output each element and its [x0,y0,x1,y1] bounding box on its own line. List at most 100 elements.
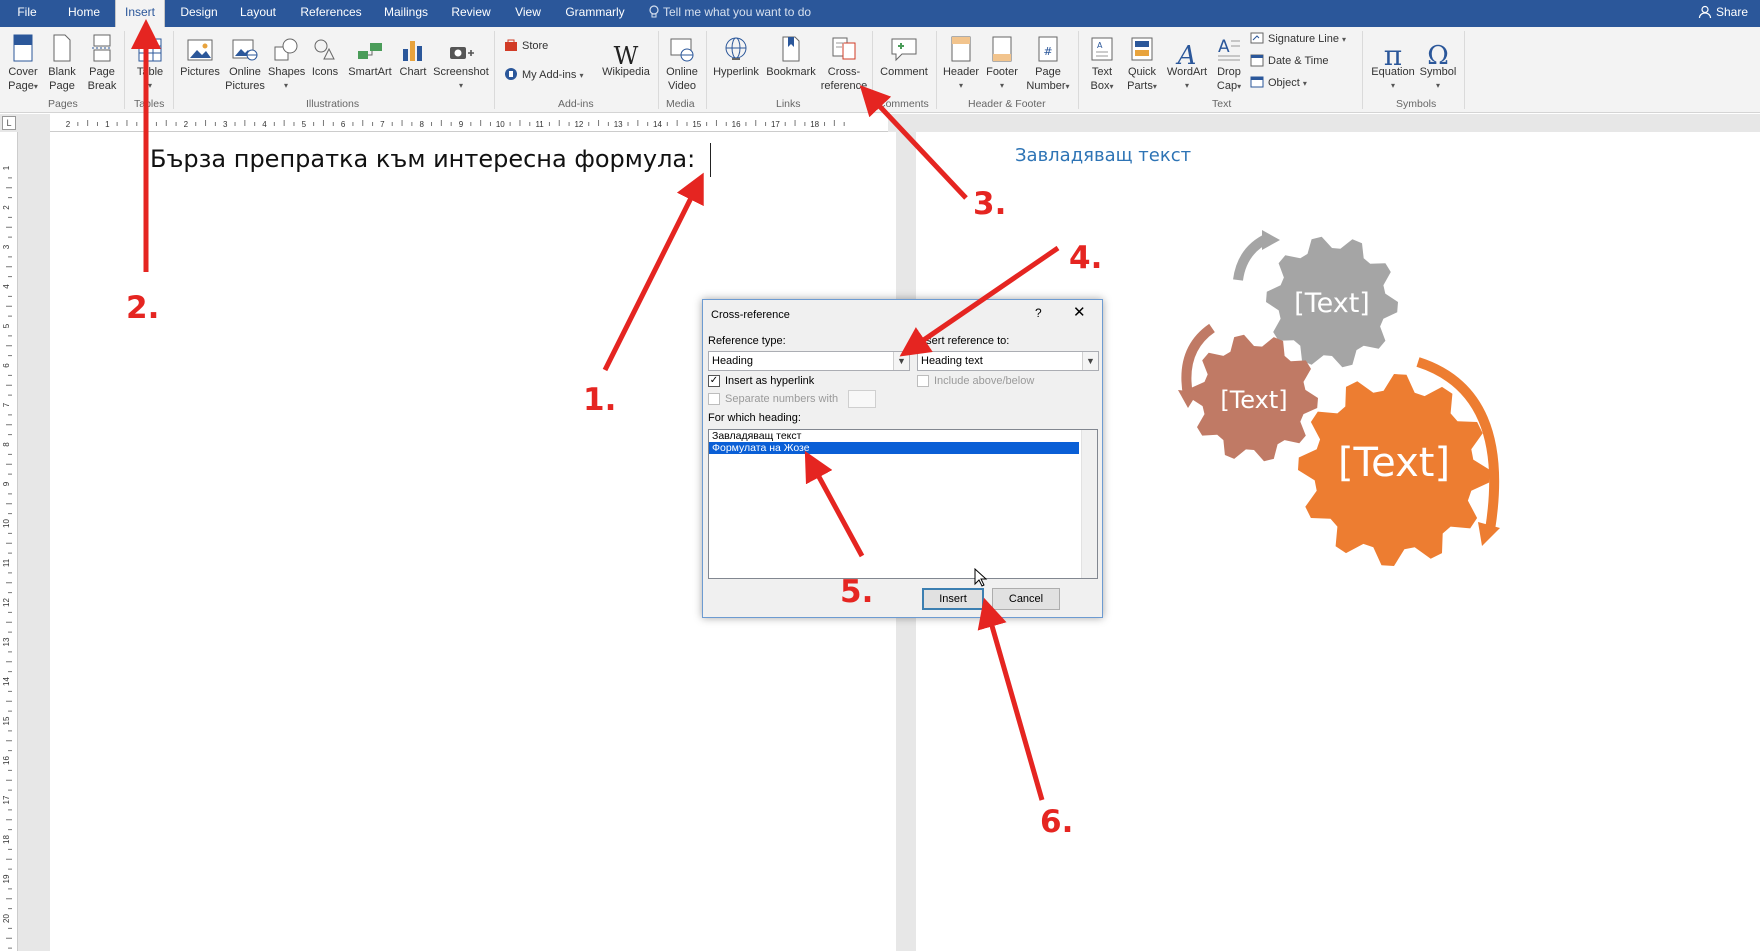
step-label-6: 6. [1040,804,1074,840]
footer-button[interactable]: Footer ▾ [982,29,1022,93]
group-links: Links [776,98,801,110]
ruler-number: 8 [2,442,11,447]
list-item[interactable]: Завладяващ текст [709,430,1097,442]
tab-view[interactable]: View [506,0,550,27]
ruler-number: 5 [302,120,307,129]
screenshot-icon [450,47,474,59]
drop-cap-icon: A [1218,37,1240,61]
horizontal-ruler[interactable]: 2 1 1 2 3 4 5 6 7 8 9 10 11 12 13 14 15 16 17 18 [50,114,888,132]
vertical-ruler[interactable]: 1 2 3 4 5 6 7 8 9 10 11 12 13 14 15 16 17 18 19 20 [0,132,18,951]
bookmark-icon [782,36,800,62]
date-time-button[interactable]: Date & Time [1250,52,1329,70]
ruler-number: 11 [535,120,544,129]
online-pictures-button[interactable]: Online Pictures [224,29,266,93]
heading-list[interactable]: Завладяващ текст Формулата на Жозе [708,429,1098,579]
shapes-button[interactable]: Shapes ▾ [268,29,305,93]
insert-hyperlink-label: Insert as hyperlink [725,375,815,387]
table-button[interactable]: Table ▾ [132,29,168,93]
tab-grammarly[interactable]: Grammarly [562,0,628,27]
group-header-footer: Header & Footer [968,98,1046,110]
document-text[interactable]: Бърза препратка към интересна формула: [150,145,695,173]
chevron-down-icon[interactable]: ▼ [893,352,909,370]
symbol-button[interactable]: Ω Symbol ▾ [1416,29,1460,93]
ruler-number: 6 [2,363,11,368]
separator-input[interactable] [848,390,876,408]
tab-file[interactable]: File [8,0,46,27]
close-button[interactable]: ✕ [1073,303,1086,321]
ruler-number: 14 [2,677,11,686]
chart-button[interactable]: Chart [396,29,430,79]
arrow-orange-head [1478,522,1500,546]
ribbon-insert: Cover Page▾ Blank Page Page Break Pages … [0,27,1760,113]
list-scrollbar[interactable] [1081,430,1097,578]
store-button[interactable]: Store [504,37,548,55]
hyperlink-button[interactable]: Hyperlink [710,29,762,79]
horizontal-ruler-ticks: 2 1 1 2 3 4 5 6 7 8 9 10 11 12 13 14 15 16 17 18 [66,120,845,129]
separate-numbers-checkbox[interactable] [708,393,720,405]
equation-button[interactable]: π Equation ▾ [1368,29,1418,93]
reference-type-label: Reference type: [708,335,786,347]
tab-references[interactable]: References [296,0,366,27]
page-break-button[interactable]: Page Break [84,29,120,93]
signature-line-button[interactable]: Signature Line ▾ [1250,30,1346,49]
ruler-number: 11 [2,558,11,567]
share-button[interactable]: Share [1698,0,1748,27]
separate-numbers-label: Separate numbers with [725,393,839,405]
insert-reference-value: Heading text [921,355,983,367]
tab-home[interactable]: Home [62,0,106,27]
insert-reference-label: Insert reference to: [917,335,1010,347]
tab-design[interactable]: Design [176,0,222,27]
tab-review[interactable]: Review [448,0,494,27]
tab-selector[interactable]: L [2,116,16,130]
wordart-icon: A [1177,41,1197,71]
tab-layout[interactable]: Layout [235,0,281,27]
help-button[interactable]: ? [1035,306,1042,320]
include-above-below-checkbox[interactable] [917,375,929,387]
ruler-number: 12 [574,120,583,129]
cover-page-button[interactable]: Cover Page▾ [4,29,42,94]
smartart-button[interactable]: SmartArt [346,29,394,79]
header-button[interactable]: Header ▾ [940,29,982,93]
dialog-title: Cross-reference [711,309,790,321]
cancel-button[interactable]: Cancel [992,588,1060,610]
page-number-button[interactable]: # Page Number▾ [1024,29,1072,94]
insert-reference-select[interactable]: Heading text ▼ [917,351,1099,371]
screenshot-button[interactable]: Screenshot ▾ [432,29,490,93]
cross-reference-button[interactable]: Cross- reference [820,29,868,93]
online-pictures-icon [232,39,258,61]
mouse-pointer-icon [974,568,988,587]
ruler-number: 3 [2,244,11,249]
ruler-number: 20 [2,914,11,923]
pictures-button[interactable]: Pictures [178,29,222,79]
comment-button[interactable]: Comment [876,29,932,79]
my-addins-button[interactable]: My Add-ins ▾ [504,66,584,85]
ribbon-separator [936,31,937,109]
insert-button[interactable]: Insert [922,588,984,610]
ruler-number: 14 [653,120,662,129]
wordart-button[interactable]: A WordArt ▾ [1164,29,1210,93]
icons-button[interactable]: Icons [308,29,342,79]
chevron-down-icon[interactable]: ▼ [1082,352,1098,370]
ruler-number: 15 [2,716,11,725]
list-item-selected[interactable]: Формулата на Жозе [709,442,1079,454]
shapes-icon [274,38,298,61]
ribbon-separator [872,31,873,109]
wikipedia-button[interactable]: W Wikipedia [598,29,654,79]
ribbon-separator [1464,31,1465,109]
object-button[interactable]: Object ▾ [1250,74,1307,93]
page-2-heading[interactable]: Завладяващ текст [1015,145,1191,166]
tell-me-search[interactable]: Tell me what you want to do [648,0,811,27]
blank-page-button[interactable]: Blank Page [44,29,80,93]
quick-parts-button[interactable]: Quick Parts▾ [1122,29,1162,94]
addins-icon [505,68,517,80]
bookmark-button[interactable]: Bookmark [764,29,818,79]
tab-mailings[interactable]: Mailings [378,0,434,27]
drop-cap-button[interactable]: A Drop Cap▾ [1212,29,1246,94]
page-number-icon: # [1038,36,1058,62]
text-box-button[interactable]: A Text Box▾ [1084,29,1120,94]
tab-insert[interactable]: Insert [115,0,165,27]
reference-type-select[interactable]: Heading ▼ [708,351,910,371]
smartart-gears[interactable]: [Text] [Text] [Text] [1150,230,1530,570]
online-video-button[interactable]: Online Video [662,29,702,93]
insert-hyperlink-checkbox[interactable]: ✓ [708,375,720,387]
